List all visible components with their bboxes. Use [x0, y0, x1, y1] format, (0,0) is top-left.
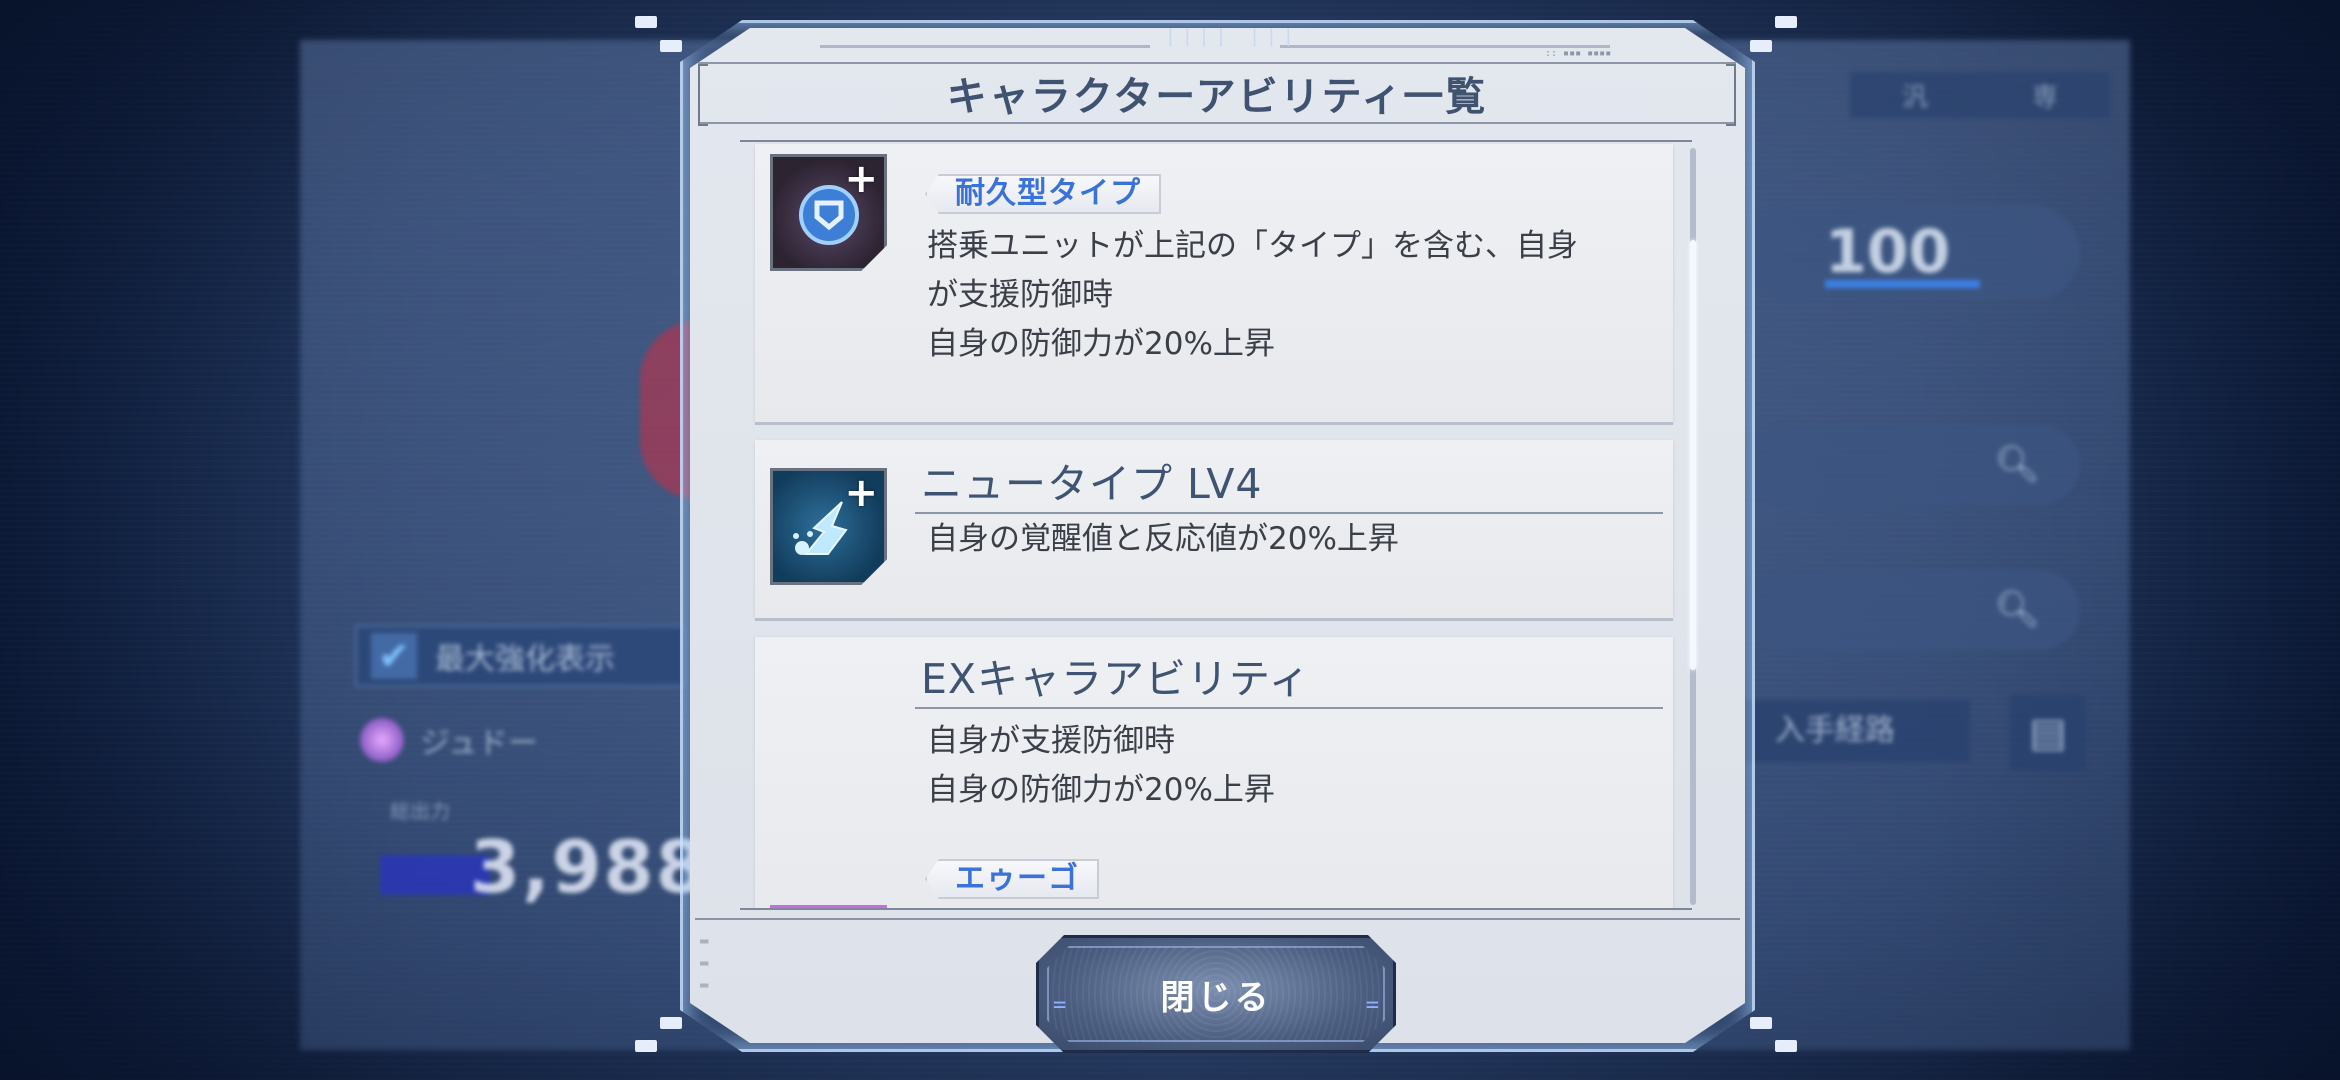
faction-tag: エゥーゴ [925, 859, 1099, 899]
top-tab-1: 専 [2031, 82, 2058, 113]
type-tag: 耐久型タイプ [925, 174, 1161, 214]
corner-mark [660, 40, 682, 52]
character-avatar [360, 718, 404, 762]
description-line: 自身の覚醒値と反応値が20%上昇 [927, 521, 1399, 557]
description-line: 自身の防御力が20%上昇 [927, 772, 1275, 808]
ability-card: + ニュータイプ LV4 自身の覚醒値と反応値が20%上昇 [755, 440, 1673, 618]
corner-mark [1775, 1040, 1797, 1052]
ability-scroll-list[interactable]: + 耐久型タイプ 搭乗ユニットが上記の「タイプ」を含む、自身 が支援防御時 自身… [740, 140, 1692, 910]
search-icon: 🔍︎ [1745, 425, 2080, 505]
description-line: 搭乗ユニットが上記の「タイプ」を含む、自身 [927, 228, 1578, 264]
max-enhance-label: 最大強化表示 [435, 642, 615, 677]
newtype-icon: + [770, 468, 887, 585]
frame-decoration [820, 45, 1150, 48]
checkmark-icon: ✔ [371, 633, 417, 679]
ability-description: 自身が支援防御時 自身の防御力が20%上昇 [927, 717, 1275, 815]
corner-mark [635, 1040, 657, 1052]
power-value: 3,988 [470, 825, 708, 909]
ability-heading: ニュータイプ LV4 [915, 450, 1663, 514]
plus-icon: + [844, 470, 878, 516]
close-button-label: 閉じる [1160, 977, 1272, 1018]
acquire-route-button: 入手経路 [1745, 700, 1970, 762]
plus-icon: + [844, 156, 878, 202]
description-line: が支援防御時 [927, 277, 1113, 313]
footer-decoration: ▬ ▬ ▬ [700, 933, 709, 993]
footer-divider [695, 918, 1740, 920]
ability-card: EXキャラアビリティ 自身が支援防御時 自身の防御力が20%上昇 エゥーゴ [755, 637, 1673, 908]
stat-label: 総出力 [390, 799, 450, 823]
corner-mark [1775, 16, 1797, 28]
character-name-row: ジュドー [360, 715, 660, 765]
ability-card: + 耐久型タイプ 搭乗ユニットが上記の「タイプ」を含む、自身 が支援防御時 自身… [755, 144, 1673, 422]
scrollbar-thumb[interactable] [1690, 240, 1696, 670]
ability-description: 自身の覚醒値と反応値が20%上昇 [927, 515, 1399, 564]
top-tab-0: 汎 [1901, 82, 1928, 113]
close-button-decoration: = [1053, 993, 1067, 1018]
corner-mark [635, 16, 657, 28]
corner-mark [1750, 1017, 1772, 1029]
ex-ability-heading: EXキャラアビリティ [915, 645, 1663, 709]
faction-icon [770, 905, 887, 908]
frame-code-decoration: :: ▪▪▪ ▪▪▪▪ [1545, 48, 1612, 59]
max-enhance-checkbox: ✔ 最大強化表示 [355, 625, 685, 687]
close-button-decoration: = [1365, 993, 1379, 1018]
ability-description: 搭乗ユニットが上記の「タイプ」を含む、自身 が支援防御時 自身の防御力が20%上… [927, 222, 1578, 369]
corner-mark [1750, 40, 1772, 52]
close-button[interactable]: = = 閉じる [1036, 935, 1396, 1053]
top-tab-group: 汎 専 [1850, 72, 2110, 118]
description-line: 自身が支援防御時 [927, 723, 1175, 759]
search-icon: 🔍︎ [1745, 570, 2080, 650]
character-name: ジュドー [420, 726, 538, 761]
level-bar [1825, 280, 1980, 288]
description-line: 自身の防御力が20%上昇 [927, 326, 1275, 362]
corner-mark [660, 1017, 682, 1029]
frame-tick-decoration: |||| ||| [1165, 26, 1300, 47]
dialog-title-bar: キャラクターアビリティ一覧 [698, 62, 1736, 126]
document-icon: ▤ [2010, 695, 2086, 771]
durable-type-shield-icon: + [770, 154, 887, 271]
dialog-title: キャラクターアビリティ一覧 [946, 74, 1488, 120]
